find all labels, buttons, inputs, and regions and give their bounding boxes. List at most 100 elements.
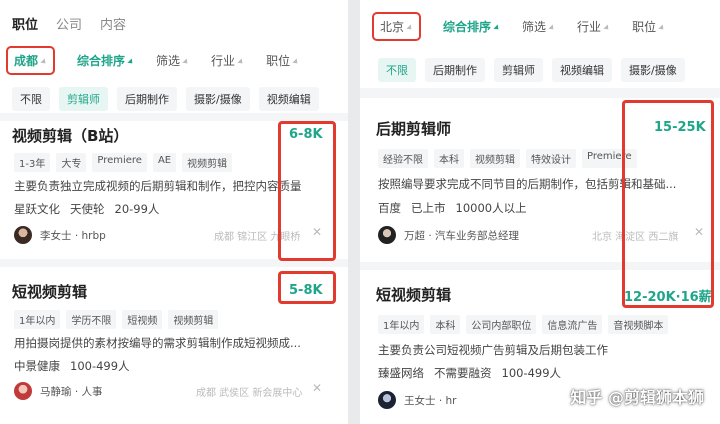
job-tag: AE bbox=[152, 153, 177, 172]
job-tag: 特效设计 bbox=[526, 149, 576, 168]
left-screenshot: 职位 公司 内容 成都 综合排序 筛选 行业 职位 不限 剪辑师 后期制作 摄影… bbox=[0, 0, 348, 424]
city-label: 成都 bbox=[14, 54, 39, 68]
filter-bar: 成都 综合排序 筛选 行业 职位 bbox=[6, 46, 321, 75]
avatar bbox=[378, 226, 396, 244]
caret-icon bbox=[40, 57, 48, 66]
job-tag: 视频剪辑 bbox=[182, 153, 233, 172]
job-tag: 1年以内 bbox=[14, 310, 61, 329]
company-name: 星跃文化 bbox=[14, 202, 60, 216]
caret-icon bbox=[658, 23, 666, 32]
category-chips: 不限 剪辑师 后期制作 摄影/摄像 视频编辑 bbox=[12, 87, 319, 111]
job-description: 主要负责独立完成视频的后期剪辑和制作，把控内容质量 bbox=[14, 179, 302, 193]
caret-icon bbox=[292, 57, 300, 66]
job-tag: 音视频脚本 bbox=[608, 315, 669, 334]
caret-icon bbox=[603, 23, 611, 32]
job-tag: 视频剪辑 bbox=[168, 310, 219, 329]
tab-jobs[interactable]: 职位 bbox=[12, 14, 38, 33]
caret-icon bbox=[548, 23, 556, 32]
position-label: 职位 bbox=[632, 20, 657, 34]
sort-label: 综合排序 bbox=[77, 54, 126, 68]
job-tags: 1-3年 大专 Premiere AE 视频剪辑 bbox=[14, 153, 233, 172]
job-tag: 经验不限 bbox=[378, 149, 428, 168]
job-title: 后期剪辑师 bbox=[376, 120, 452, 138]
separator bbox=[360, 88, 720, 98]
separator bbox=[0, 113, 348, 121]
tab-content[interactable]: 内容 bbox=[100, 14, 126, 33]
industry-filter[interactable]: 行业 bbox=[577, 18, 611, 35]
chip-unlimited[interactable]: 不限 bbox=[378, 58, 416, 82]
tab-companies[interactable]: 公司 bbox=[56, 14, 82, 33]
highlight-box bbox=[278, 121, 336, 261]
job-tag: 大专 bbox=[56, 153, 87, 172]
job-description: 主要负责公司短视频广告剪辑及后期包装工作 bbox=[378, 343, 608, 357]
category-chips: 不限 后期制作 剪辑师 视频编辑 摄影/摄像 bbox=[378, 58, 685, 82]
company-stage: 已上市 bbox=[411, 201, 446, 215]
job-tags: 1年以内 学历不限 短视频 视频剪辑 bbox=[14, 310, 219, 329]
job-location: 成都 武侯区 新会展中心 bbox=[196, 388, 303, 399]
sort-label: 综合排序 bbox=[443, 20, 492, 34]
avatar bbox=[14, 226, 32, 244]
company-info: 中景健康 100-499人 bbox=[14, 358, 140, 374]
recruiter-name: 马静瑜 · 人事 bbox=[40, 385, 103, 398]
watermark: 知乎 @剪辑狮本狮 bbox=[570, 388, 704, 407]
city-filter[interactable]: 北京 bbox=[372, 12, 422, 41]
sort-filter[interactable]: 综合排序 bbox=[77, 52, 135, 69]
chip-editor[interactable]: 剪辑师 bbox=[59, 87, 108, 111]
screen-label: 筛选 bbox=[156, 54, 181, 68]
sort-filter[interactable]: 综合排序 bbox=[443, 18, 501, 35]
screen-filter[interactable]: 筛选 bbox=[156, 52, 190, 69]
job-tag: 短视频 bbox=[122, 310, 163, 329]
chip-postproduction[interactable]: 后期制作 bbox=[425, 58, 485, 82]
position-filter[interactable]: 职位 bbox=[266, 52, 300, 69]
caret-icon bbox=[182, 57, 190, 66]
city-filter[interactable]: 成都 bbox=[6, 46, 56, 75]
chip-editor[interactable]: 剪辑师 bbox=[494, 58, 543, 82]
company-size: 100-499人 bbox=[501, 366, 562, 380]
chip-photography[interactable]: 摄影/摄像 bbox=[186, 87, 250, 111]
close-icon[interactable]: ✕ bbox=[312, 381, 322, 395]
top-tabs: 职位 公司 内容 bbox=[12, 14, 126, 33]
job-tag: 本科 bbox=[430, 315, 461, 334]
position-filter[interactable]: 职位 bbox=[632, 18, 666, 35]
screen-filter[interactable]: 筛选 bbox=[522, 18, 556, 35]
job-tag: 公司内部职位 bbox=[466, 315, 537, 334]
industry-filter[interactable]: 行业 bbox=[211, 52, 245, 69]
job-tag: 1-3年 bbox=[14, 153, 51, 172]
company-info: 百度 已上市 10000人以上 bbox=[378, 200, 537, 216]
recruiter: 李女士 · hrbp bbox=[14, 226, 106, 244]
highlight-box bbox=[278, 271, 336, 304]
chip-video-editing[interactable]: 视频编辑 bbox=[258, 87, 319, 111]
city-label: 北京 bbox=[380, 20, 405, 34]
job-title: 视频剪辑（B站） bbox=[12, 127, 129, 145]
company-name: 百度 bbox=[378, 201, 401, 215]
company-name: 中景健康 bbox=[14, 359, 60, 373]
company-info: 臻盛网络 不需要融资 100-499人 bbox=[378, 365, 571, 381]
chip-video-editing[interactable]: 视频编辑 bbox=[552, 58, 612, 82]
chip-postproduction[interactable]: 后期制作 bbox=[117, 87, 177, 111]
company-name: 臻盛网络 bbox=[378, 366, 424, 380]
avatar bbox=[14, 382, 32, 400]
job-tags: 1年以内 本科 公司内部职位 信息流广告 音视频脚本 bbox=[378, 315, 669, 334]
chip-photography[interactable]: 摄影/摄像 bbox=[621, 58, 685, 82]
caret-icon bbox=[406, 23, 414, 32]
job-description: 用拍摄岗提供的素材按编导的需求剪辑制作成短视频成... bbox=[14, 336, 301, 350]
caret-icon bbox=[127, 57, 135, 66]
position-label: 职位 bbox=[266, 54, 291, 68]
job-tag: 信息流广告 bbox=[542, 315, 603, 334]
caret-icon bbox=[493, 23, 501, 32]
recruiter-name: 王女士 · hr bbox=[404, 394, 457, 407]
job-tags: 经验不限 本科 视频剪辑 特效设计 Premiere bbox=[378, 149, 637, 168]
recruiter: 马静瑜 · 人事 bbox=[14, 382, 103, 400]
job-tag: 视频剪辑 bbox=[470, 149, 520, 168]
caret-icon bbox=[237, 57, 245, 66]
company-size: 10000人以上 bbox=[455, 201, 527, 215]
company-stage: 天使轮 bbox=[70, 202, 105, 216]
industry-label: 行业 bbox=[211, 54, 236, 68]
right-screenshot: 北京 综合排序 筛选 行业 职位 不限 后期制作 剪辑师 视频编辑 摄影/摄像 … bbox=[360, 0, 720, 424]
company-stage: 不需要融资 bbox=[434, 366, 492, 380]
chip-unlimited[interactable]: 不限 bbox=[12, 87, 50, 111]
job-tag: 学历不限 bbox=[66, 310, 117, 329]
job-title: 短视频剪辑 bbox=[12, 283, 88, 301]
avatar bbox=[378, 391, 396, 409]
recruiter: 万超 · 汽车业务部总经理 bbox=[378, 226, 519, 244]
